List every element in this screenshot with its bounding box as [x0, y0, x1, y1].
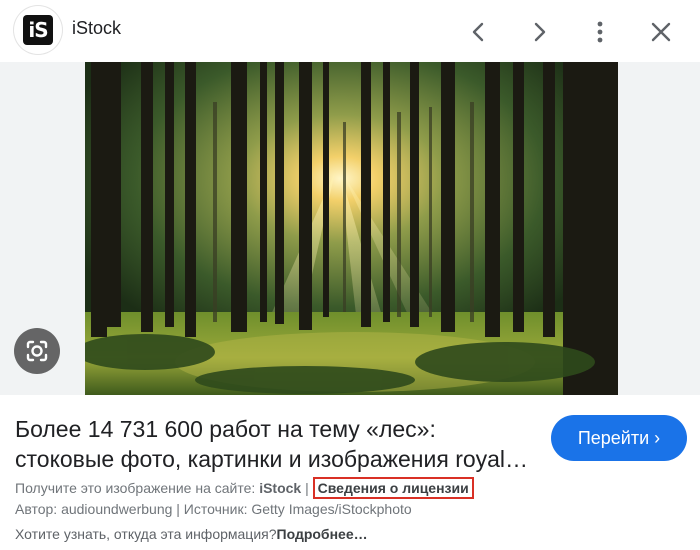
next-button[interactable] — [521, 14, 557, 50]
forest-photo[interactable] — [85, 62, 618, 395]
more-options-button[interactable] — [582, 14, 618, 50]
lens-icon — [26, 340, 48, 362]
chevron-right-icon — [534, 22, 546, 42]
info-line: Хотите узнать, откуда эта информация?Под… — [15, 526, 368, 542]
source-name: iStock — [259, 480, 302, 496]
istock-logo-icon: iS — [23, 15, 53, 45]
image-preview-area — [0, 62, 700, 395]
close-icon — [651, 22, 671, 42]
separator: | — [305, 480, 309, 496]
viewer-header: iS iStock — [0, 0, 700, 62]
source-prefix: Получите это изображение на сайте: — [15, 480, 256, 496]
result-title-line-1[interactable]: Более 14 731 600 работ на тему «лес»: — [15, 414, 535, 444]
result-title[interactable]: Более 14 731 600 работ на тему «лес»: ст… — [15, 414, 535, 474]
author-line: Автор: audioundwerbung | Источник: Getty… — [15, 501, 412, 517]
result-title-line-2[interactable]: стоковые фото, картинки и изображения ro… — [15, 444, 535, 474]
chevron-left-icon — [472, 22, 484, 42]
site-logo[interactable]: iS — [14, 6, 62, 54]
visit-button[interactable]: Перейти › — [551, 415, 687, 461]
learn-more-link[interactable]: Подробнее… — [277, 526, 368, 542]
previous-button[interactable] — [461, 14, 497, 50]
close-button[interactable] — [643, 14, 679, 50]
license-details-link[interactable]: Сведения о лицензии — [312, 477, 474, 499]
site-name[interactable]: iStock — [72, 18, 121, 39]
more-vert-icon — [597, 21, 603, 43]
lens-search-button[interactable] — [14, 328, 60, 374]
info-question: Хотите узнать, откуда эта информация? — [15, 526, 277, 542]
source-line: Получите это изображение на сайте: iStoc… — [15, 477, 474, 499]
